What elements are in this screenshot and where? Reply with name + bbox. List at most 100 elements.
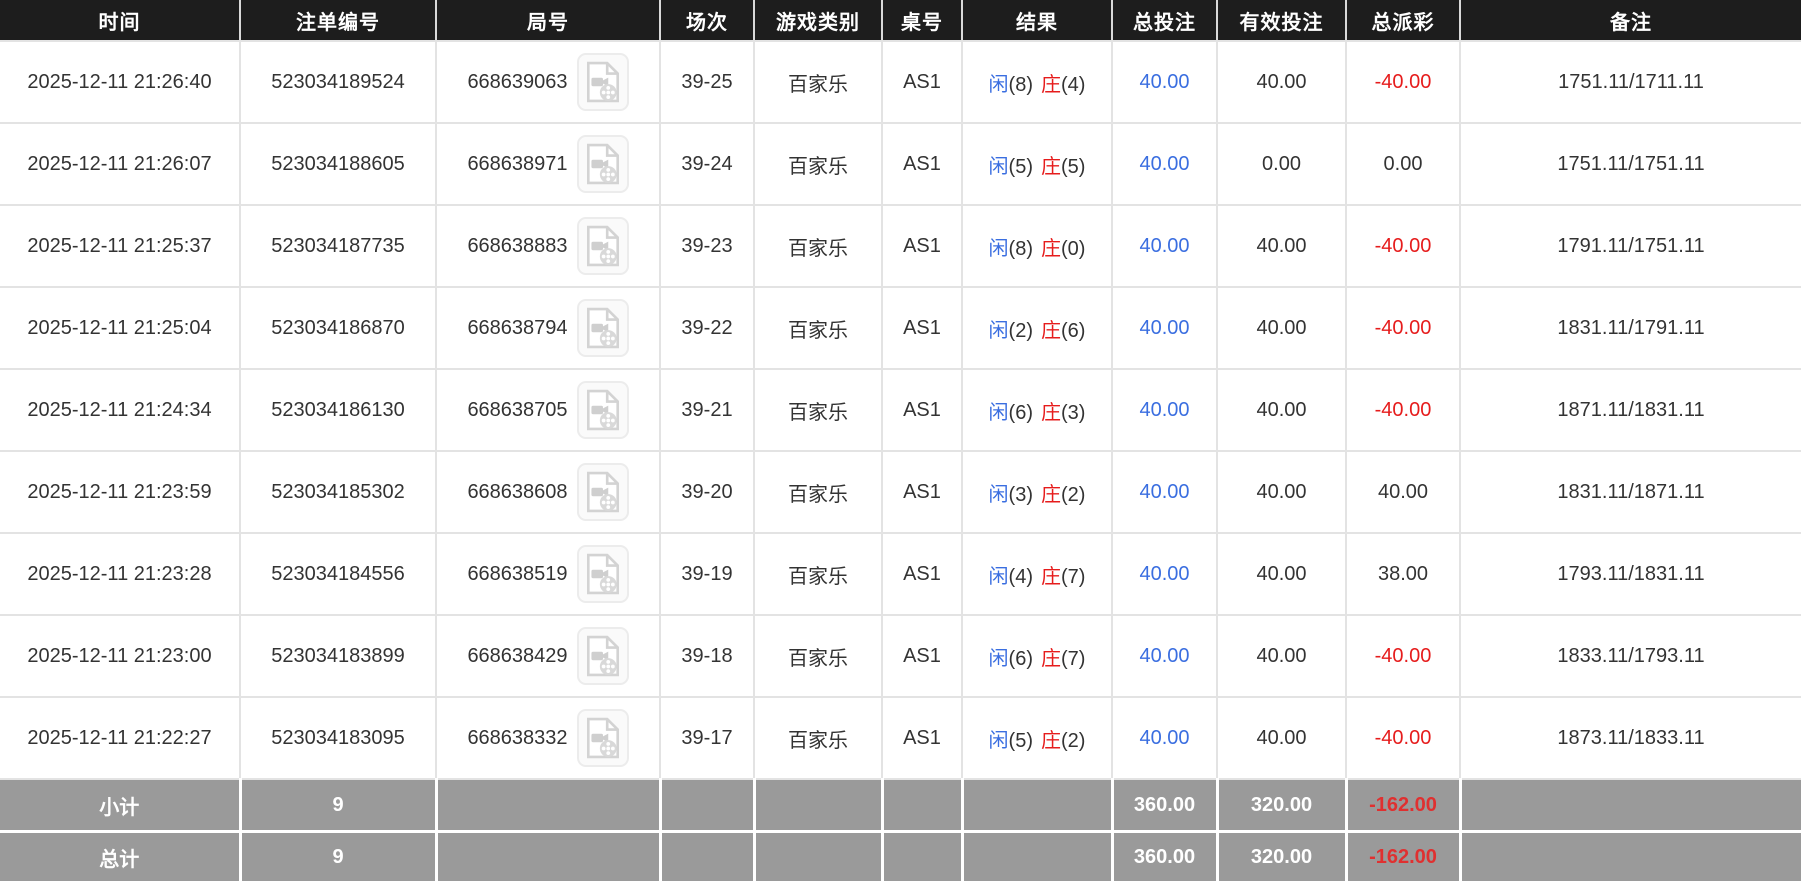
bet-id-cell: 523034187735 xyxy=(240,205,436,287)
bet-id-cell: 523034186870 xyxy=(240,287,436,369)
time-cell: 2025-12-11 21:23:59 xyxy=(0,451,240,533)
total-bet-cell: 40.00 xyxy=(1112,369,1217,451)
time-cell: 2025-12-11 21:24:34 xyxy=(0,369,240,451)
banker-result-label: 庄 xyxy=(1041,402,1061,424)
video-record-icon xyxy=(585,307,621,349)
result-cell: 闲(8)庄(4) xyxy=(962,41,1112,123)
game-type-cell: 百家乐 xyxy=(754,205,882,287)
round-id: 668638332 xyxy=(467,727,567,750)
subtotal-empty-cell xyxy=(436,779,660,832)
payout-cell: -40.00 xyxy=(1346,205,1460,287)
table-row: 2025-12-11 21:22:27 523034183095 6686383… xyxy=(0,697,1801,779)
banker-result-points: (7) xyxy=(1061,566,1085,588)
video-record-button[interactable] xyxy=(577,709,629,767)
time-cell: 2025-12-11 21:25:37 xyxy=(0,205,240,287)
payout-cell: -40.00 xyxy=(1346,369,1460,451)
video-record-icon xyxy=(585,717,621,759)
valid-bet-cell: 40.00 xyxy=(1217,369,1346,451)
video-record-button[interactable] xyxy=(577,627,629,685)
result-cell: 闲(2)庄(6) xyxy=(962,287,1112,369)
col-header-table-no: 桌号 xyxy=(882,0,962,41)
valid-bet-cell: 40.00 xyxy=(1217,287,1346,369)
valid-bet-cell: 40.00 xyxy=(1217,205,1346,287)
round-id: 668638608 xyxy=(467,481,567,504)
round-cell: 668638608 xyxy=(436,451,660,533)
game-type-cell: 百家乐 xyxy=(754,697,882,779)
subtotal-total-bet: 360.00 xyxy=(1112,779,1217,832)
table-row: 2025-12-11 21:25:04 523034186870 6686387… xyxy=(0,287,1801,369)
round-cell: 668638883 xyxy=(436,205,660,287)
game-type-cell: 百家乐 xyxy=(754,123,882,205)
banker-result-points: (2) xyxy=(1061,484,1085,506)
time-cell: 2025-12-11 21:23:00 xyxy=(0,615,240,697)
round-id: 668639063 xyxy=(467,71,567,94)
banker-result-points: (7) xyxy=(1061,648,1085,670)
game-type-cell: 百家乐 xyxy=(754,451,882,533)
video-record-button[interactable] xyxy=(577,135,629,193)
total-label: 总计 xyxy=(0,832,240,881)
remark-cell: 1831.11/1871.11 xyxy=(1460,451,1801,533)
round-cell: 668638429 xyxy=(436,615,660,697)
banker-result-points: (5) xyxy=(1061,156,1085,178)
total-empty-cell xyxy=(754,832,882,881)
game-type-cell: 百家乐 xyxy=(754,287,882,369)
player-result-label: 闲 xyxy=(989,402,1009,424)
round-id: 668638883 xyxy=(467,235,567,258)
bet-records-table: 时间 注单编号 局号 场次 游戏类别 桌号 结果 总投注 有效投注 总派彩 备注… xyxy=(0,0,1801,881)
time-cell: 2025-12-11 21:26:40 xyxy=(0,41,240,123)
banker-result-label: 庄 xyxy=(1041,320,1061,342)
round-cell: 668639063 xyxy=(436,41,660,123)
video-record-icon xyxy=(585,471,621,513)
bet-id-cell: 523034189524 xyxy=(240,41,436,123)
valid-bet-cell: 0.00 xyxy=(1217,123,1346,205)
payout-cell: 38.00 xyxy=(1346,533,1460,615)
payout-cell: -40.00 xyxy=(1346,287,1460,369)
session-cell: 39-25 xyxy=(660,41,754,123)
video-record-button[interactable] xyxy=(577,545,629,603)
bet-id-cell: 523034184556 xyxy=(240,533,436,615)
col-header-game-type: 游戏类别 xyxy=(754,0,882,41)
subtotal-empty-cell xyxy=(1460,779,1801,832)
player-result-points: (3) xyxy=(1009,484,1033,506)
table-no-cell: AS1 xyxy=(882,123,962,205)
banker-result-label: 庄 xyxy=(1041,566,1061,588)
session-cell: 39-21 xyxy=(660,369,754,451)
col-header-total-bet: 总投注 xyxy=(1112,0,1217,41)
game-type-cell: 百家乐 xyxy=(754,369,882,451)
video-record-button[interactable] xyxy=(577,381,629,439)
banker-result-points: (4) xyxy=(1061,74,1085,96)
col-header-payout: 总派彩 xyxy=(1346,0,1460,41)
total-count: 9 xyxy=(240,832,436,881)
subtotal-row: 小计 9 360.00 320.00 -162.00 xyxy=(0,779,1801,832)
total-bet-cell: 40.00 xyxy=(1112,697,1217,779)
player-result-points: (6) xyxy=(1009,402,1033,424)
subtotal-empty-cell xyxy=(754,779,882,832)
video-record-icon xyxy=(585,553,621,595)
video-record-button[interactable] xyxy=(577,53,629,111)
round-cell: 668638794 xyxy=(436,287,660,369)
total-bet-cell: 40.00 xyxy=(1112,615,1217,697)
table-row: 2025-12-11 21:23:59 523034185302 6686386… xyxy=(0,451,1801,533)
video-record-icon xyxy=(585,61,621,103)
video-record-button[interactable] xyxy=(577,299,629,357)
table-no-cell: AS1 xyxy=(882,451,962,533)
total-payout: -162.00 xyxy=(1346,832,1460,881)
table-no-cell: AS1 xyxy=(882,287,962,369)
total-empty-cell xyxy=(436,832,660,881)
remark-cell: 1873.11/1833.11 xyxy=(1460,697,1801,779)
valid-bet-cell: 40.00 xyxy=(1217,697,1346,779)
payout-cell: -40.00 xyxy=(1346,615,1460,697)
table-header-row: 时间 注单编号 局号 场次 游戏类别 桌号 结果 总投注 有效投注 总派彩 备注 xyxy=(0,0,1801,41)
player-result-label: 闲 xyxy=(989,74,1009,96)
video-record-button[interactable] xyxy=(577,463,629,521)
bet-id-cell: 523034186130 xyxy=(240,369,436,451)
game-type-cell: 百家乐 xyxy=(754,533,882,615)
banker-result-points: (0) xyxy=(1061,238,1085,260)
player-result-points: (5) xyxy=(1009,730,1033,752)
col-header-result: 结果 xyxy=(962,0,1112,41)
valid-bet-cell: 40.00 xyxy=(1217,615,1346,697)
video-record-button[interactable] xyxy=(577,217,629,275)
banker-result-points: (6) xyxy=(1061,320,1085,342)
remark-cell: 1831.11/1791.11 xyxy=(1460,287,1801,369)
total-bet-cell: 40.00 xyxy=(1112,287,1217,369)
